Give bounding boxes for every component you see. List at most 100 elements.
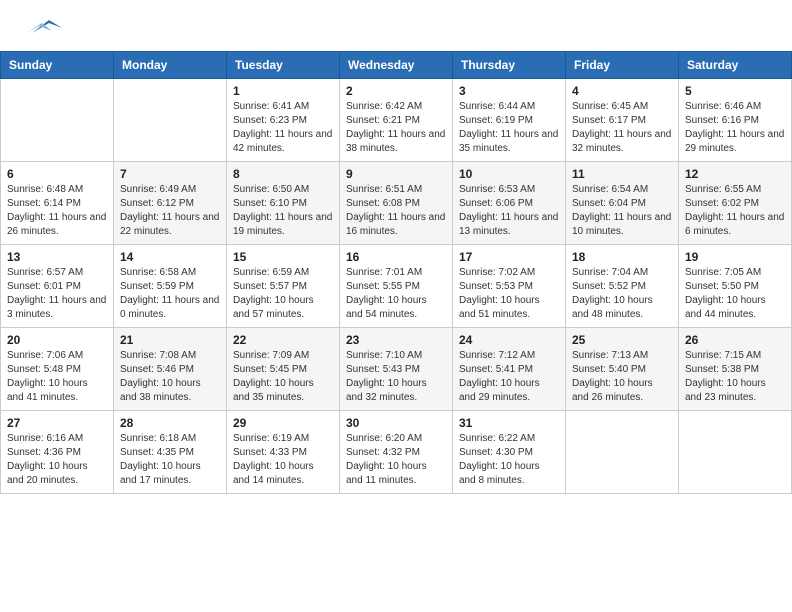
- day-info: Sunrise: 7:15 AMSunset: 5:38 PMDaylight:…: [685, 349, 785, 405]
- day-info: Sunrise: 7:06 AMSunset: 5:48 PMDaylight:…: [7, 349, 107, 405]
- col-header-saturday: Saturday: [679, 52, 792, 79]
- calendar-cell: 28 Sunrise: 6:18 AMSunset: 4:35 PMDayligh…: [114, 411, 227, 494]
- col-header-wednesday: Wednesday: [340, 52, 453, 79]
- day-info: Sunrise: 6:45 AMSunset: 6:17 PMDaylight:…: [572, 100, 672, 156]
- day-number: 6: [7, 167, 107, 181]
- day-info: Sunrise: 6:57 AMSunset: 6:01 PMDaylight:…: [7, 266, 107, 322]
- page-header: [0, 0, 792, 51]
- day-number: 22: [233, 333, 333, 347]
- day-number: 17: [459, 250, 559, 264]
- calendar-cell: 10 Sunrise: 6:53 AMSunset: 6:06 PMDayligh…: [453, 162, 566, 245]
- day-info: Sunrise: 6:22 AMSunset: 4:30 PMDaylight:…: [459, 432, 559, 488]
- day-number: 24: [459, 333, 559, 347]
- day-info: Sunrise: 6:20 AMSunset: 4:32 PMDaylight:…: [346, 432, 446, 488]
- calendar-cell: 5 Sunrise: 6:46 AMSunset: 6:16 PMDaylight…: [679, 79, 792, 162]
- calendar-week-row: 20 Sunrise: 7:06 AMSunset: 5:48 PMDayligh…: [1, 328, 792, 411]
- calendar-cell: 15Sunrise: 6:59 AMSunset: 5:57 PMDayligh…: [227, 245, 340, 328]
- day-number: 25: [572, 333, 672, 347]
- day-info: Sunrise: 7:01 AMSunset: 5:55 PMDaylight:…: [346, 266, 446, 322]
- calendar-cell: 30 Sunrise: 6:20 AMSunset: 4:32 PMDayligh…: [340, 411, 453, 494]
- calendar-cell: [1, 79, 114, 162]
- calendar-cell: [114, 79, 227, 162]
- logo: [24, 18, 64, 41]
- col-header-thursday: Thursday: [453, 52, 566, 79]
- calendar-cell: 23 Sunrise: 7:10 AMSunset: 5:43 PMDayligh…: [340, 328, 453, 411]
- calendar-cell: 18 Sunrise: 7:04 AMSunset: 5:52 PMDayligh…: [566, 245, 679, 328]
- day-info: Sunrise: 6:53 AMSunset: 6:06 PMDaylight:…: [459, 183, 559, 239]
- calendar-cell: 19 Sunrise: 7:05 AMSunset: 5:50 PMDayligh…: [679, 245, 792, 328]
- day-info: Sunrise: 6:16 AMSunset: 4:36 PMDaylight:…: [7, 432, 107, 488]
- day-info: Sunrise: 6:58 AMSunset: 5:59 PMDaylight:…: [120, 266, 220, 322]
- calendar-cell: 13 Sunrise: 6:57 AMSunset: 6:01 PMDayligh…: [1, 245, 114, 328]
- day-number: 4: [572, 84, 672, 98]
- logo-icon: [24, 18, 64, 36]
- day-info: Sunrise: 6:54 AMSunset: 6:04 PMDaylight:…: [572, 183, 672, 239]
- day-number: 2: [346, 84, 446, 98]
- col-header-sunday: Sunday: [1, 52, 114, 79]
- calendar-header-row: SundayMondayTuesdayWednesdayThursdayFrid…: [1, 52, 792, 79]
- day-number: 28: [120, 416, 220, 430]
- calendar-cell: 12 Sunrise: 6:55 AMSunset: 6:02 PMDayligh…: [679, 162, 792, 245]
- day-number: 30: [346, 416, 446, 430]
- day-number: 10: [459, 167, 559, 181]
- day-number: 5: [685, 84, 785, 98]
- day-info: Sunrise: 6:46 AMSunset: 6:16 PMDaylight:…: [685, 100, 785, 156]
- day-number: 13: [7, 250, 107, 264]
- calendar-cell: 31Sunrise: 6:22 AMSunset: 4:30 PMDayligh…: [453, 411, 566, 494]
- calendar-cell: 9Sunrise: 6:51 AMSunset: 6:08 PMDaylight…: [340, 162, 453, 245]
- day-number: 23: [346, 333, 446, 347]
- day-info: Sunrise: 6:41 AMSunset: 6:23 PMDaylight:…: [233, 100, 333, 156]
- day-info: Sunrise: 6:18 AMSunset: 4:35 PMDaylight:…: [120, 432, 220, 488]
- calendar-cell: 8 Sunrise: 6:50 AMSunset: 6:10 PMDaylight…: [227, 162, 340, 245]
- day-number: 19: [685, 250, 785, 264]
- day-number: 29: [233, 416, 333, 430]
- day-info: Sunrise: 6:48 AMSunset: 6:14 PMDaylight:…: [7, 183, 107, 239]
- day-info: Sunrise: 7:02 AMSunset: 5:53 PMDaylight:…: [459, 266, 559, 322]
- day-number: 8: [233, 167, 333, 181]
- calendar-cell: 4 Sunrise: 6:45 AMSunset: 6:17 PMDaylight…: [566, 79, 679, 162]
- calendar-cell: [679, 411, 792, 494]
- day-number: 21: [120, 333, 220, 347]
- day-number: 11: [572, 167, 672, 181]
- day-number: 3: [459, 84, 559, 98]
- day-info: Sunrise: 7:04 AMSunset: 5:52 PMDaylight:…: [572, 266, 672, 322]
- day-info: Sunrise: 7:09 AMSunset: 5:45 PMDaylight:…: [233, 349, 333, 405]
- day-info: Sunrise: 7:05 AMSunset: 5:50 PMDaylight:…: [685, 266, 785, 322]
- day-info: Sunrise: 7:08 AMSunset: 5:46 PMDaylight:…: [120, 349, 220, 405]
- col-header-friday: Friday: [566, 52, 679, 79]
- calendar-cell: 6 Sunrise: 6:48 AMSunset: 6:14 PMDaylight…: [1, 162, 114, 245]
- calendar-cell: 17 Sunrise: 7:02 AMSunset: 5:53 PMDayligh…: [453, 245, 566, 328]
- calendar-cell: 25 Sunrise: 7:13 AMSunset: 5:40 PMDayligh…: [566, 328, 679, 411]
- day-number: 1: [233, 84, 333, 98]
- day-number: 7: [120, 167, 220, 181]
- calendar-cell: 29 Sunrise: 6:19 AMSunset: 4:33 PMDayligh…: [227, 411, 340, 494]
- day-info: Sunrise: 7:10 AMSunset: 5:43 PMDaylight:…: [346, 349, 446, 405]
- day-info: Sunrise: 6:44 AMSunset: 6:19 PMDaylight:…: [459, 100, 559, 156]
- calendar-cell: [566, 411, 679, 494]
- calendar-cell: 2 Sunrise: 6:42 AMSunset: 6:21 PMDaylight…: [340, 79, 453, 162]
- day-number: 18: [572, 250, 672, 264]
- calendar-cell: 11 Sunrise: 6:54 AMSunset: 6:04 PMDayligh…: [566, 162, 679, 245]
- day-info: Sunrise: 6:51 AMSunset: 6:08 PMDaylight:…: [346, 183, 446, 239]
- day-info: Sunrise: 6:42 AMSunset: 6:21 PMDaylight:…: [346, 100, 446, 156]
- calendar-table: SundayMondayTuesdayWednesdayThursdayFrid…: [0, 51, 792, 494]
- calendar-cell: 16 Sunrise: 7:01 AMSunset: 5:55 PMDayligh…: [340, 245, 453, 328]
- calendar-cell: 24Sunrise: 7:12 AMSunset: 5:41 PMDayligh…: [453, 328, 566, 411]
- day-info: Sunrise: 6:55 AMSunset: 6:02 PMDaylight:…: [685, 183, 785, 239]
- day-number: 26: [685, 333, 785, 347]
- calendar-week-row: 27Sunrise: 6:16 AMSunset: 4:36 PMDayligh…: [1, 411, 792, 494]
- calendar-cell: 3 Sunrise: 6:44 AMSunset: 6:19 PMDaylight…: [453, 79, 566, 162]
- day-number: 16: [346, 250, 446, 264]
- day-info: Sunrise: 7:13 AMSunset: 5:40 PMDaylight:…: [572, 349, 672, 405]
- day-number: 20: [7, 333, 107, 347]
- calendar-cell: 22 Sunrise: 7:09 AMSunset: 5:45 PMDayligh…: [227, 328, 340, 411]
- calendar-cell: 26 Sunrise: 7:15 AMSunset: 5:38 PMDayligh…: [679, 328, 792, 411]
- calendar-week-row: 13 Sunrise: 6:57 AMSunset: 6:01 PMDayligh…: [1, 245, 792, 328]
- day-info: Sunrise: 6:19 AMSunset: 4:33 PMDaylight:…: [233, 432, 333, 488]
- day-info: Sunrise: 6:50 AMSunset: 6:10 PMDaylight:…: [233, 183, 333, 239]
- day-number: 14: [120, 250, 220, 264]
- calendar-cell: 14 Sunrise: 6:58 AMSunset: 5:59 PMDayligh…: [114, 245, 227, 328]
- calendar-cell: 7Sunrise: 6:49 AMSunset: 6:12 PMDaylight…: [114, 162, 227, 245]
- day-info: Sunrise: 6:59 AMSunset: 5:57 PMDaylight:…: [233, 266, 333, 322]
- day-number: 12: [685, 167, 785, 181]
